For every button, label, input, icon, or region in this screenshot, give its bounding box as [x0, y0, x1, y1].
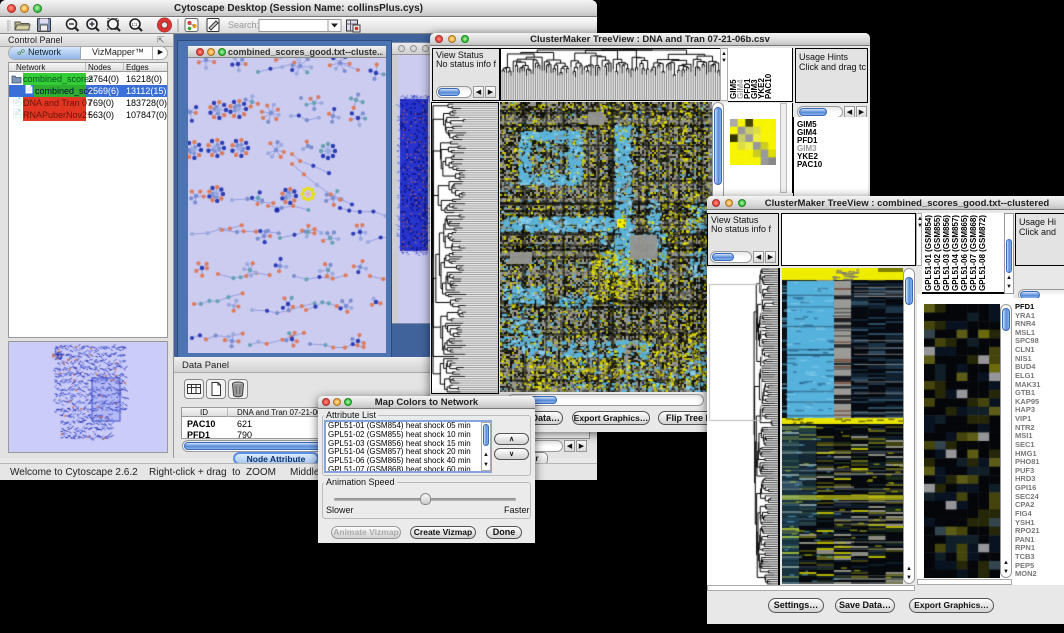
- svg-text:GPL51-01 (GSM854): GPL51-01 (GSM854): [924, 215, 933, 291]
- svg-text:GPL51-07 (GSM868): GPL51-07 (GSM868): [969, 215, 978, 291]
- svg-text:PAC10: PAC10: [764, 73, 773, 99]
- svg-text:GPL51-08 (GSM872): GPL51-08 (GSM872): [978, 215, 987, 291]
- svg-text:GPL51-04 (GSM857): GPL51-04 (GSM857): [951, 215, 960, 291]
- svg-text:1:1: 1:1: [132, 22, 138, 27]
- svg-text:GPL51-02 (GSM855): GPL51-02 (GSM855): [933, 215, 942, 291]
- svg-text:GPL51-03 (GSM856): GPL51-03 (GSM856): [942, 215, 951, 291]
- svg-text:Search:: Search:: [228, 20, 259, 30]
- svg-text:GPL51-06 (GSM865): GPL51-06 (GSM865): [960, 215, 969, 291]
